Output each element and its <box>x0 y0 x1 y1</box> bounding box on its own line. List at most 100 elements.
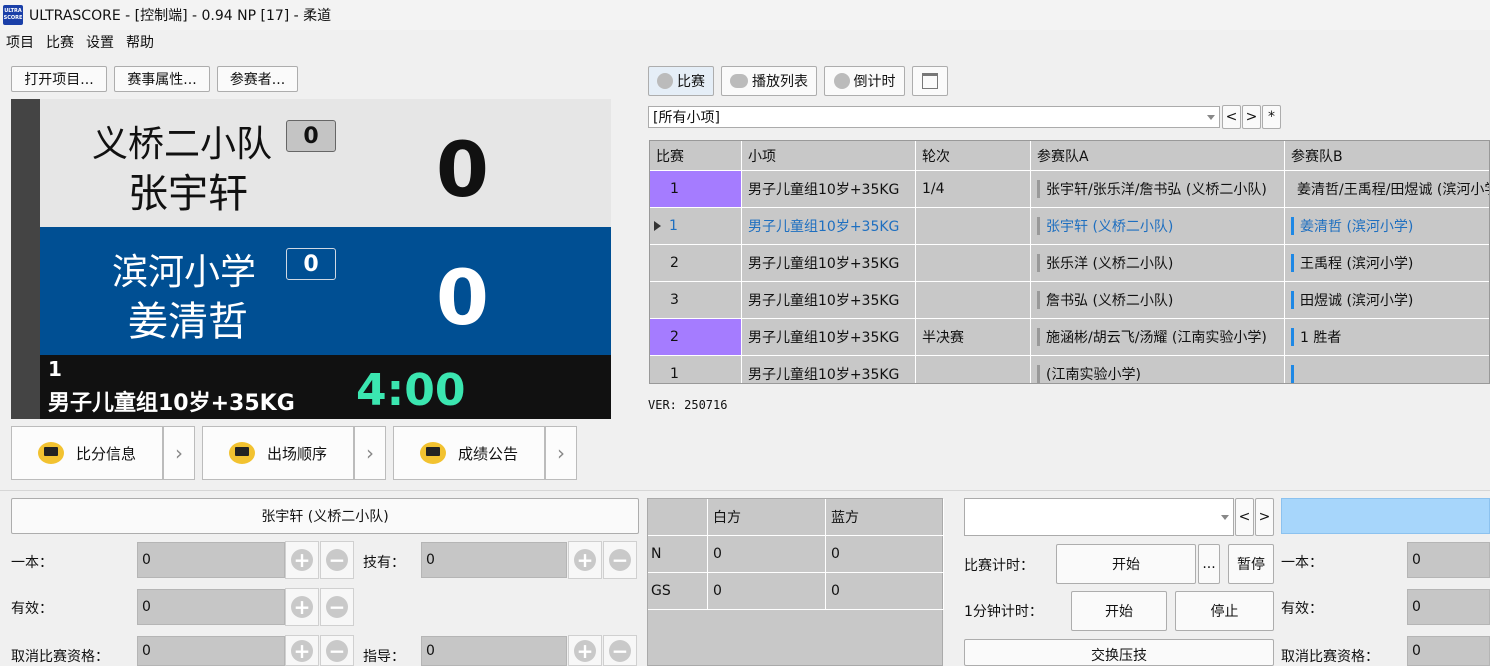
ippon-field[interactable]: 0 <box>137 542 285 578</box>
match-timer-pause-button[interactable]: 暂停 <box>1228 544 1274 584</box>
yuko-plus-button[interactable]: + <box>285 588 319 626</box>
shido-field[interactable]: 0 <box>421 636 567 666</box>
entry-order-arrow-button[interactable]: › <box>354 426 386 480</box>
shido-label: 指导： <box>363 649 405 665</box>
yuko-label: 有效： <box>11 601 53 617</box>
participants-button[interactable]: 参赛者... <box>217 66 298 92</box>
event-properties-button[interactable]: 赛事属性... <box>114 66 210 92</box>
column-header[interactable]: 小项 <box>742 141 916 170</box>
table-row[interactable]: 3 男子儿童组10岁+35KG 詹书弘 (义桥二小队) 田煜诚 (滨河小学) <box>650 282 1489 319</box>
column-header[interactable]: 参赛队B <box>1285 141 1489 170</box>
table-row-selected[interactable]: 1 男子儿童组10岁+35KG 张宇轩 (义桥二小队) 姜清哲 (滨河小学) <box>650 208 1489 245</box>
stats-header: 白方 蓝方 <box>648 499 944 536</box>
match-select[interactable] <box>964 498 1234 536</box>
stats-table: 白方 蓝方 N 0 0 GS 0 0 <box>647 498 944 666</box>
minus-icon: − <box>609 639 631 662</box>
table-row[interactable]: 1 男子儿童组10岁+35KG 1/4 张宇轩/张乐洋/詹书弘 (义桥二小队) … <box>650 171 1489 208</box>
match-next-button[interactable]: > <box>1255 498 1274 536</box>
tab-match[interactable]: 比赛 <box>648 66 714 96</box>
plus-icon: + <box>291 639 313 662</box>
window-title: ULTRASCORE - [控制端] - 0.94 NP [17] - 柔道 <box>29 8 332 24</box>
window-icon <box>922 73 938 89</box>
ippon-minus-button[interactable]: − <box>320 541 354 579</box>
event-filter-select[interactable]: [所有小项] <box>648 106 1220 128</box>
white-score: 0 <box>436 125 489 214</box>
minute-timer-label: 1分钟计时： <box>964 604 1043 620</box>
clock-icon <box>833 73 850 89</box>
tab-countdown[interactable]: 倒计时 <box>824 66 905 96</box>
waza-label: 技有： <box>363 555 405 571</box>
menu-help[interactable]: 帮助 <box>120 32 160 52</box>
score-info-button[interactable]: 比分信息 <box>11 426 163 480</box>
layout-button[interactable] <box>912 66 948 96</box>
menu-project[interactable]: 项目 <box>0 32 40 52</box>
filter-all-button[interactable]: * <box>1262 105 1281 129</box>
table-row[interactable]: N 0 0 <box>648 536 944 573</box>
blue-score: 0 <box>436 253 489 342</box>
column-header[interactable]: 参赛队A <box>1031 141 1285 170</box>
white-player-name: 张宇轩 <box>128 171 248 217</box>
blue-ippon-field[interactable]: 0 <box>1407 542 1490 578</box>
blue-penalty-box: 0 <box>286 248 336 280</box>
filter-prev-button[interactable]: < <box>1222 105 1241 129</box>
shido-minus-button[interactable]: − <box>603 635 637 666</box>
ippon-label: 一本： <box>11 555 53 571</box>
playlist-icon <box>730 74 748 88</box>
minute-timer-start-button[interactable]: 开始 <box>1071 591 1167 631</box>
menu-match[interactable]: 比赛 <box>40 32 80 52</box>
blue-player-header[interactable] <box>1281 498 1490 534</box>
menu-bar: 项目 比赛 设置 帮助 <box>0 30 1490 54</box>
table-row[interactable]: 1 男子儿童组10岁+35KG (江南实验小学) <box>650 356 1489 383</box>
entry-order-button[interactable]: 出场顺序 <box>202 426 354 480</box>
minus-icon: − <box>326 549 348 571</box>
blue-side-panel: 滨河小学 0 姜清哲 0 <box>40 227 611 355</box>
match-timer-start-button[interactable]: 开始 <box>1056 544 1196 584</box>
tab-playlist[interactable]: 播放列表 <box>721 66 817 96</box>
waza-minus-button[interactable]: − <box>603 541 637 579</box>
match-info-bar: 1 男子儿童组10岁+35KG 4:00 <box>40 355 611 419</box>
disqualification-label: 取消比赛资格： <box>11 649 109 665</box>
results-button[interactable]: 成绩公告 <box>393 426 545 480</box>
plus-icon: + <box>574 639 596 662</box>
table-row[interactable]: 2 男子儿童组10岁+35KG 半决赛 施涵彬/胡云飞/汤耀 (江南实验小学) … <box>650 319 1489 356</box>
waza-plus-button[interactable]: + <box>568 541 602 579</box>
table-row[interactable]: 2 男子儿童组10岁+35KG 张乐洋 (义桥二小队) 王禹程 (滨河小学) <box>650 245 1489 282</box>
yuko-minus-button[interactable]: − <box>320 588 354 626</box>
results-arrow-button[interactable]: › <box>545 426 577 480</box>
ippon-plus-button[interactable]: + <box>285 541 319 579</box>
blue-ippon-label: 一本： <box>1281 555 1323 571</box>
match-table: 比赛 小项 轮次 参赛队A 参赛队B 1 男子儿童组10岁+35KG 1/4 张… <box>649 140 1490 384</box>
filter-next-button[interactable]: > <box>1242 105 1261 129</box>
chevron-down-icon <box>1207 115 1215 120</box>
open-project-button[interactable]: 打开项目... <box>11 66 107 92</box>
yuko-field[interactable]: 0 <box>137 589 285 625</box>
column-header[interactable]: 轮次 <box>916 141 1031 170</box>
match-number: 1 <box>48 357 62 381</box>
blue-player-name: 姜清哲 <box>128 299 248 345</box>
score-info-arrow-button[interactable]: › <box>163 426 195 480</box>
column-header[interactable]: 比赛 <box>650 141 742 170</box>
table-row[interactable]: GS 0 0 <box>648 573 944 610</box>
shido-plus-button[interactable]: + <box>568 635 602 666</box>
swap-osaekomi-button[interactable]: 交换压技 <box>964 639 1274 666</box>
blue-disqualification-field[interactable]: 0 <box>1407 636 1490 666</box>
monitor-icon <box>38 442 64 464</box>
disqualification-minus-button[interactable]: − <box>320 635 354 666</box>
match-timer: 4:00 <box>356 365 466 416</box>
minute-timer-stop-button[interactable]: 停止 <box>1175 591 1274 631</box>
gavel-icon <box>657 73 673 89</box>
player-header-button[interactable]: 张宇轩 (义桥二小队) <box>11 498 639 534</box>
waza-field[interactable]: 0 <box>421 542 567 578</box>
monitor-icon <box>229 442 255 464</box>
blue-team-name: 滨河小学 <box>112 252 257 293</box>
disqualification-field[interactable]: 0 <box>137 636 285 666</box>
menu-settings[interactable]: 设置 <box>80 32 120 52</box>
disqualification-plus-button[interactable]: + <box>285 635 319 666</box>
divider <box>0 490 1490 491</box>
match-timer-more-button[interactable]: ... <box>1198 544 1220 584</box>
match-prev-button[interactable]: < <box>1235 498 1254 536</box>
blue-yuko-field[interactable]: 0 <box>1407 589 1490 625</box>
plus-icon: + <box>291 549 313 571</box>
match-category: 男子儿童组10岁+35KG <box>48 391 295 416</box>
blue-disqualification-label: 取消比赛资格： <box>1281 649 1379 665</box>
